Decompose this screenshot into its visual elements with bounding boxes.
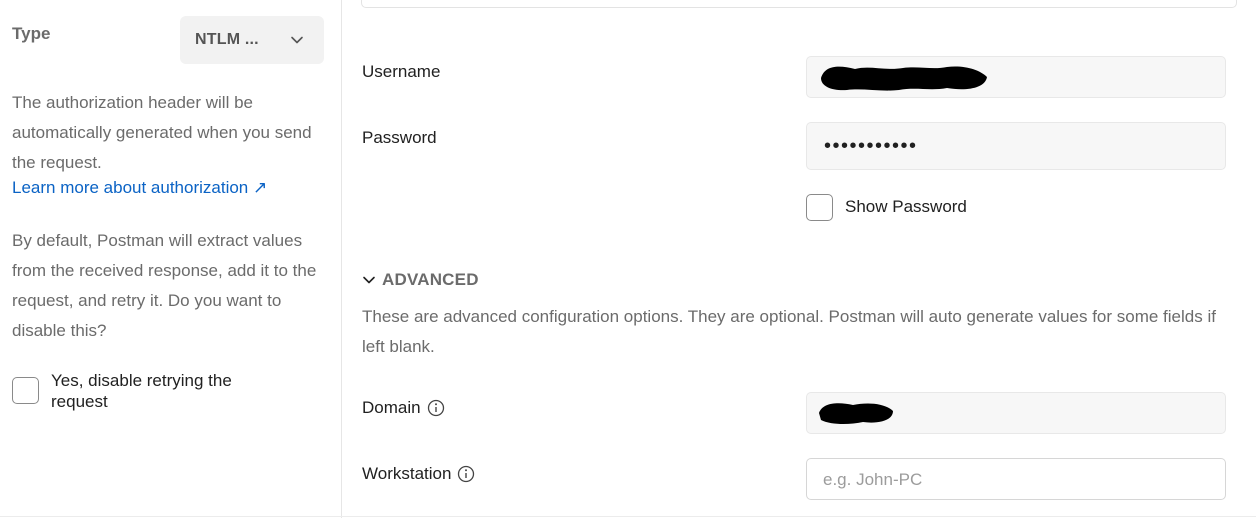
password-value: •••••••••••	[824, 135, 918, 157]
workstation-label-text: Workstation	[362, 464, 452, 483]
username-input[interactable]	[806, 56, 1226, 98]
info-icon[interactable]	[427, 399, 445, 417]
info-icon[interactable]	[457, 465, 475, 483]
workstation-input[interactable]: e.g. John-PC	[806, 458, 1226, 500]
auth-type-selected-value: NTLM ...	[195, 31, 259, 48]
password-label-text: Password	[362, 128, 437, 147]
auth-config-panel: Username Password ••••••••••• Show Passw…	[343, 0, 1256, 518]
retry-description: By default, Postman will extract values …	[12, 231, 317, 340]
username-label-text: Username	[362, 62, 441, 81]
password-input[interactable]: •••••••••••	[806, 122, 1226, 170]
show-password-checkbox[interactable]	[806, 194, 833, 221]
bottom-divider	[0, 516, 1256, 517]
disable-retry-checkbox[interactable]	[12, 377, 39, 404]
domain-label: Domain	[362, 398, 445, 418]
auth-type-panel: Type NTLM ... The authorization header w…	[0, 0, 342, 518]
show-password-label: Show Password	[845, 197, 967, 216]
redaction-scribble	[819, 403, 893, 425]
domain-input[interactable]	[806, 392, 1226, 434]
learn-more-link[interactable]: Learn more about authorization ↗	[12, 178, 267, 198]
password-label: Password	[362, 128, 437, 148]
auth-header-description: The authorization header will be automat…	[12, 93, 312, 172]
advanced-description: These are advanced configuration options…	[362, 307, 1216, 356]
advanced-section-toggle[interactable]: ADVANCED	[362, 270, 479, 290]
previous-section-edge	[361, 0, 1237, 8]
auth-type-dropdown[interactable]: NTLM ...	[180, 16, 324, 64]
chevron-down-icon	[291, 36, 303, 44]
domain-label-text: Domain	[362, 398, 421, 417]
disable-retry-label: Yes, disable retrying the request	[51, 371, 232, 411]
workstation-label: Workstation	[362, 464, 475, 484]
type-label: Type	[12, 24, 51, 43]
redaction-scribble	[821, 66, 987, 91]
username-label: Username	[362, 62, 440, 82]
workstation-placeholder: e.g. John-PC	[823, 470, 923, 489]
chevron-down-icon	[363, 276, 375, 284]
advanced-title: ADVANCED	[382, 270, 479, 289]
